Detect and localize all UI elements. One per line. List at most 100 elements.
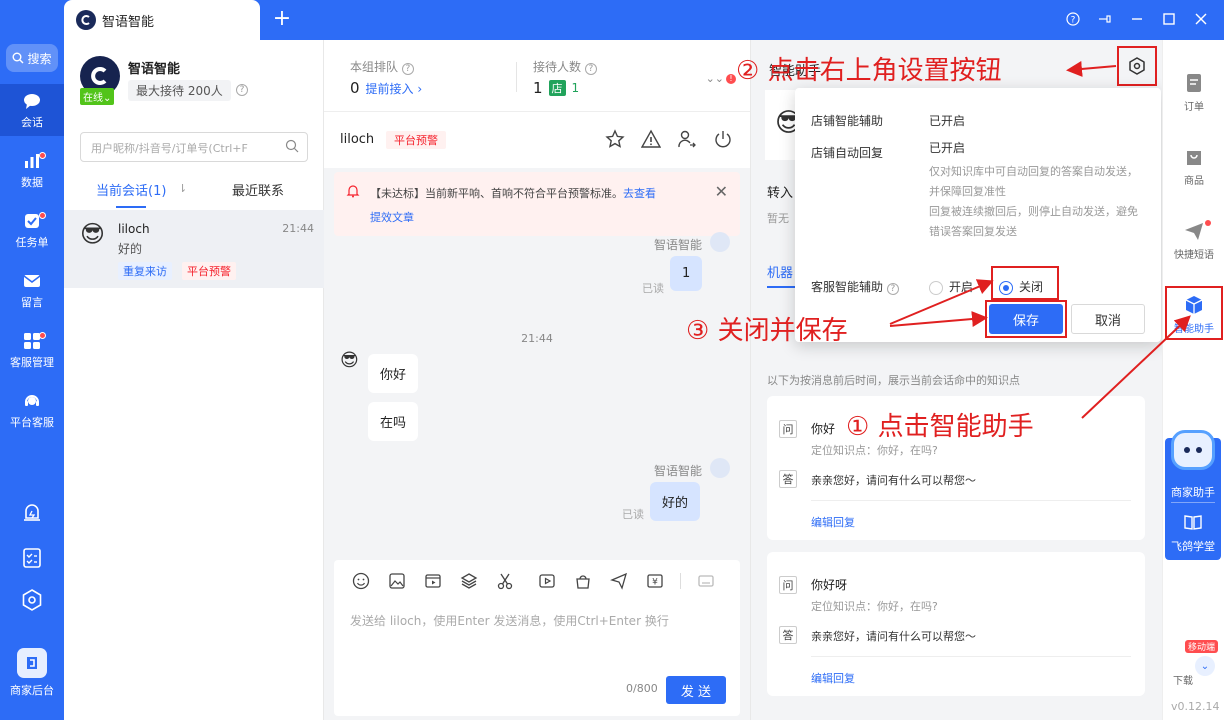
answer-text: 亲亲您好，请问有什么可以帮您～ bbox=[811, 474, 976, 487]
tab-current-conversations[interactable]: 当前会话(1) bbox=[96, 180, 166, 199]
shop-smart-assist-label: 店铺智能辅助 bbox=[811, 114, 884, 128]
read-receipt: 已读 bbox=[642, 282, 664, 295]
divider bbox=[1171, 502, 1215, 503]
cancel-button[interactable]: 取消 bbox=[1071, 304, 1145, 334]
radio-on[interactable]: 开启 bbox=[929, 278, 973, 295]
notification-dot bbox=[39, 332, 46, 339]
nav-item-data[interactable]: 数据 bbox=[0, 144, 64, 196]
pin-icon[interactable] bbox=[1096, 10, 1114, 28]
merchant-helper-widget[interactable]: 商家助手 飞鸽学堂 bbox=[1165, 430, 1221, 560]
play-video-icon[interactable] bbox=[536, 570, 558, 592]
app-tab[interactable]: 智语智能 bbox=[64, 0, 260, 40]
agent-smart-assist-label: 客服智能辅助 ? bbox=[811, 278, 899, 295]
bag-icon[interactable] bbox=[572, 570, 594, 592]
help-circle-icon[interactable]: ? bbox=[584, 63, 597, 75]
rail-label: 订单 bbox=[1184, 102, 1204, 113]
view-link[interactable]: 去查看 bbox=[623, 187, 656, 200]
help-icon[interactable]: ? bbox=[1064, 10, 1082, 28]
notification-dot bbox=[39, 212, 46, 219]
question-badge: 问 bbox=[779, 420, 797, 438]
scissors-icon[interactable] bbox=[494, 570, 516, 592]
nav-item-staff[interactable]: 客服管理 bbox=[0, 324, 64, 376]
send-button[interactable]: 发 送 bbox=[666, 676, 726, 704]
sort-icon[interactable]: ⇂ bbox=[178, 182, 187, 195]
new-tab-button[interactable]: + bbox=[270, 8, 294, 32]
shop-auto-reply-value: 已开启 bbox=[929, 141, 966, 155]
emoji-icon[interactable] bbox=[350, 570, 372, 592]
nav-item-messages[interactable]: 留言 bbox=[0, 264, 64, 316]
maximize-icon[interactable] bbox=[1160, 10, 1178, 28]
nav-item-chat[interactable]: 会话 bbox=[0, 84, 64, 136]
question-text: 你好 bbox=[811, 422, 836, 436]
checklist-icon[interactable] bbox=[20, 546, 44, 570]
conversation-tabs: 当前会话(1) ⇂ 最近联系 bbox=[64, 178, 324, 208]
settings-hexagon-icon[interactable] bbox=[20, 588, 44, 612]
rail-label: 商品 bbox=[1184, 176, 1204, 187]
reception-stats: 本组排队 ? 0 提前接入 › 接待人数 ? 1店1 ⌄⌄ ! bbox=[324, 40, 750, 112]
nav-item-tasks[interactable]: 任务单 bbox=[0, 204, 64, 256]
rail-item-products[interactable]: 商品 bbox=[1163, 146, 1224, 187]
description-line: 仅对知识库中可自动回复的答案自动发送，并保障回复准性 bbox=[929, 165, 1138, 198]
search-icon bbox=[12, 52, 24, 64]
merchant-helper-label: 商家助手 bbox=[1171, 486, 1215, 499]
send-plane-icon[interactable] bbox=[608, 570, 630, 592]
rail-item-orders[interactable]: 订单 bbox=[1163, 72, 1224, 113]
efficiency-article-link[interactable]: 提效文章 bbox=[370, 211, 414, 224]
early-access-link[interactable]: 提前接入 › bbox=[366, 80, 423, 97]
alert-count-badge: ! bbox=[726, 74, 736, 84]
search-button[interactable]: 搜索 bbox=[6, 44, 58, 72]
nav-item-platform-service[interactable]: 平台客服 bbox=[0, 384, 64, 436]
power-icon[interactable] bbox=[712, 128, 734, 150]
platform-warning-tag: 平台预警 bbox=[182, 262, 236, 280]
conversation-last-message: 好的 bbox=[118, 242, 143, 256]
transfer-user-icon[interactable] bbox=[676, 128, 698, 150]
agent-avatar bbox=[710, 232, 730, 252]
right-tool-rail: 订单 商品 快捷短语 智能助手 商家助手 飞鸽学堂 移动端 下载 ⌄ v0.12… bbox=[1162, 40, 1224, 720]
warning-icon[interactable] bbox=[640, 128, 662, 150]
minimize-icon[interactable] bbox=[1128, 10, 1146, 28]
active-tab-indicator bbox=[767, 286, 795, 288]
message-input[interactable]: 发送给 liloch，使用Enter 发送消息，使用Ctrl+Enter 换行 bbox=[350, 612, 669, 629]
chevron-down-icon[interactable]: ⌄ bbox=[1195, 656, 1215, 676]
coupon-icon[interactable]: ¥ bbox=[644, 570, 666, 592]
rail-item-quick-phrases[interactable]: 快捷短语 bbox=[1163, 220, 1224, 261]
image-icon[interactable] bbox=[386, 570, 408, 592]
video-icon[interactable] bbox=[422, 570, 444, 592]
message-bubble-outgoing: 1 bbox=[670, 256, 703, 291]
alert-text: 【未达标】当前新平响、首响不符合平台预警标准。 bbox=[370, 187, 623, 200]
tab-recent-contacts[interactable]: 最近联系 bbox=[232, 180, 284, 199]
keyboard-icon[interactable] bbox=[695, 570, 717, 592]
left-navigation: 搜索 会话 数据 任务单 留言 客服管理 平台客服 商家后台 bbox=[0, 0, 64, 720]
online-status-badge[interactable]: 在线⌄ bbox=[80, 88, 115, 105]
star-icon[interactable] bbox=[604, 128, 626, 150]
edit-reply-link[interactable]: 编辑回复 bbox=[811, 670, 855, 686]
conversation-search-input[interactable]: 用户昵称/抖音号/订单号(Ctrl+F bbox=[80, 132, 308, 162]
tab-robot[interactable]: 机器 bbox=[767, 262, 793, 281]
download-label[interactable]: 下载 bbox=[1173, 672, 1193, 687]
help-circle-icon[interactable]: ? bbox=[236, 84, 248, 96]
edit-reply-link[interactable]: 编辑回复 bbox=[811, 514, 855, 530]
active-tab-indicator bbox=[116, 206, 146, 208]
save-button-highlight bbox=[985, 300, 1067, 338]
queue-label: 本组排队 bbox=[350, 60, 399, 74]
assist-label-text: 客服智能辅助 bbox=[811, 280, 884, 294]
radio-on-label: 开启 bbox=[949, 280, 974, 294]
char-counter: 0/800 bbox=[626, 682, 658, 695]
help-circle-icon[interactable]: ? bbox=[886, 283, 899, 295]
conversation-item[interactable]: 😎 liloch 21:44 好的 重复来访 平台预警 bbox=[64, 210, 324, 288]
merchant-backend-button[interactable]: 商家后台 bbox=[0, 648, 64, 704]
smart-assistant-highlight bbox=[1165, 286, 1223, 340]
search-icon bbox=[285, 139, 299, 153]
settings-button-highlight[interactable] bbox=[1117, 46, 1157, 86]
double-chevron-down-icon[interactable]: ⌄⌄ bbox=[706, 72, 724, 85]
layers-icon[interactable] bbox=[458, 570, 480, 592]
alarm-icon[interactable] bbox=[20, 500, 44, 524]
close-icon[interactable] bbox=[1192, 10, 1210, 28]
reception-stat: 接待人数 ? 1店1 bbox=[533, 58, 597, 97]
store-count: 1 bbox=[571, 81, 580, 95]
close-alert-icon[interactable]: ✕ bbox=[715, 180, 728, 204]
message-bubble-incoming: 在吗 bbox=[368, 402, 419, 441]
divider bbox=[516, 62, 517, 92]
help-circle-icon[interactable]: ? bbox=[401, 63, 414, 75]
search-placeholder: 用户昵称/抖音号/订单号(Ctrl+F bbox=[91, 142, 248, 155]
